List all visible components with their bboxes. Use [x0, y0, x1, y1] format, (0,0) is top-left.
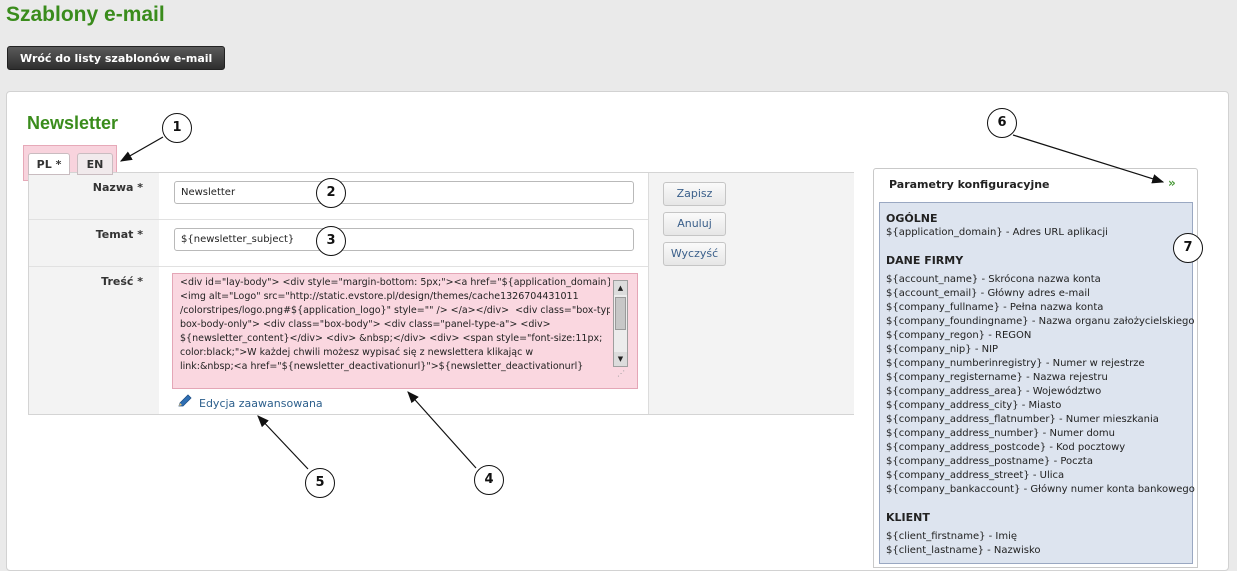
callout-2: 2	[316, 178, 346, 208]
arrow-4	[407, 391, 477, 469]
arrow-5	[257, 415, 309, 470]
callout-6: 6	[987, 108, 1017, 138]
callout-4: 4	[474, 465, 504, 495]
callout-5: 5	[305, 468, 335, 498]
callout-1: 1	[162, 113, 192, 143]
callout-3: 3	[316, 226, 346, 256]
arrow-6	[1012, 134, 1165, 184]
callout-7: 7	[1173, 233, 1203, 263]
arrow-1	[119, 136, 164, 162]
annotation-arrows	[119, 134, 1165, 470]
